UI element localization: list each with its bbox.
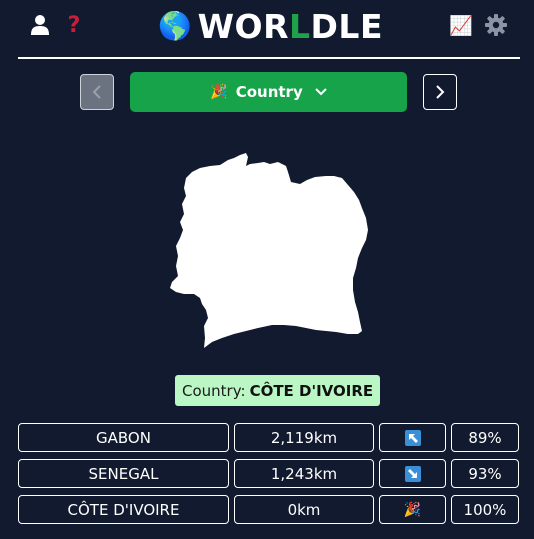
answer-badge: Country: CÔTE D'IVOIRE — [175, 375, 381, 406]
guess-row: CÔTE D'IVOIRE 0km 🎉 100% — [0, 495, 534, 526]
arrow-northwest-icon — [404, 429, 421, 446]
answer-prefix: Country: — [182, 381, 246, 400]
help-icon[interactable]: ? — [61, 12, 87, 38]
stats-icon[interactable]: 📈 — [448, 12, 474, 38]
chevron-right-icon — [436, 85, 445, 99]
guess-row: GABON 2,119km 89% — [0, 423, 534, 454]
answer-country: CÔTE D'IVOIRE — [249, 381, 374, 400]
guess-direction: 🎉 — [379, 495, 446, 524]
guess-direction — [379, 459, 446, 488]
party-icon: 🎉 — [210, 84, 228, 100]
game-nav: 🎉 Country — [0, 72, 534, 112]
arrow-southeast-icon — [404, 465, 421, 482]
game-mode-label: Country — [235, 83, 303, 101]
guess-name: CÔTE D'IVOIRE — [18, 495, 229, 524]
header: ? 🌎 WORLDLE 📈 — [18, 0, 520, 59]
guess-distance: 1,243km — [234, 459, 374, 488]
guess-row: SENEGAL 1,243km 93% — [0, 459, 534, 490]
guess-proximity: 93% — [451, 459, 519, 488]
chevron-down-icon — [315, 88, 327, 96]
guess-proximity: 89% — [451, 423, 519, 452]
guess-name: SENEGAL — [18, 459, 229, 488]
country-silhouette — [170, 153, 368, 348]
globe-icon: 🌎 — [158, 10, 192, 42]
guess-direction — [379, 423, 446, 452]
title-text: WORLDLE — [197, 6, 383, 46]
prev-game-button[interactable] — [80, 74, 114, 110]
guess-distance: 0km — [234, 495, 374, 524]
user-icon[interactable] — [27, 12, 53, 38]
chevron-left-icon — [92, 85, 101, 99]
game-mode-dropdown[interactable]: 🎉 Country — [130, 72, 407, 112]
app-title: 🌎 WORLDLE — [158, 6, 383, 46]
settings-icon[interactable] — [483, 12, 509, 38]
guess-name: GABON — [18, 423, 229, 452]
guess-proximity: 100% — [451, 495, 519, 524]
guess-distance: 2,119km — [234, 423, 374, 452]
party-icon: 🎉 — [403, 501, 422, 518]
next-game-button[interactable] — [423, 74, 457, 110]
